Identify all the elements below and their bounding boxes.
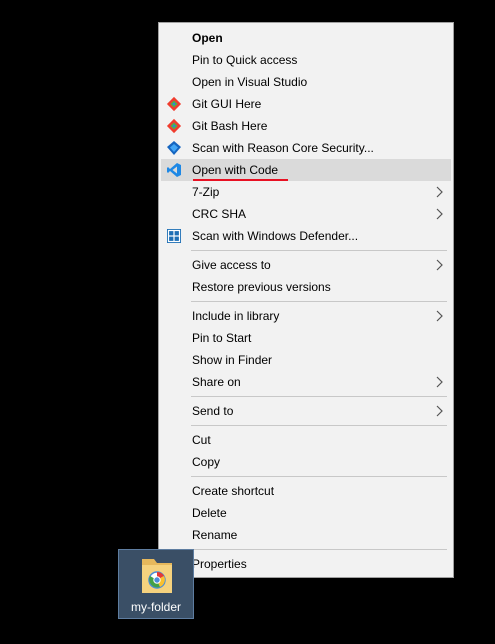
menu-item-label: 7-Zip bbox=[192, 185, 220, 199]
menu-item-properties[interactable]: Properties bbox=[159, 553, 453, 575]
menu-item-crc-sha[interactable]: CRC SHA bbox=[159, 203, 453, 225]
chevron-right-icon bbox=[436, 208, 443, 220]
menu-item-scan-with-windows-defender[interactable]: Scan with Windows Defender... bbox=[159, 225, 453, 247]
menu-item-give-access-to[interactable]: Give access to bbox=[159, 254, 453, 276]
menu-item-label: Open in Visual Studio bbox=[192, 75, 308, 89]
chevron-right-icon bbox=[436, 259, 443, 271]
menu-item-pin-to-start[interactable]: Pin to Start bbox=[159, 327, 453, 349]
menu-item-label: Delete bbox=[192, 506, 227, 520]
menu-item-label: Git Bash Here bbox=[192, 119, 268, 133]
reason-security-icon bbox=[167, 141, 181, 155]
windows-defender-icon bbox=[167, 229, 181, 243]
menu-separator bbox=[191, 549, 447, 550]
menu-item-pin-to-quick-access[interactable]: Pin to Quick access bbox=[159, 49, 453, 71]
menu-item-label: Create shortcut bbox=[192, 484, 275, 498]
menu-item-label: Give access to bbox=[192, 258, 271, 272]
menu-item-git-gui-here[interactable]: Git GUI Here bbox=[159, 93, 453, 115]
menu-item-send-to[interactable]: Send to bbox=[159, 400, 453, 422]
desktop-folder[interactable]: my-folder bbox=[118, 549, 194, 619]
menu-separator bbox=[191, 396, 447, 397]
menu-item-label: Pin to Start bbox=[192, 331, 252, 345]
menu-item-scan-with-reason-core-security[interactable]: Scan with Reason Core Security... bbox=[159, 137, 453, 159]
menu-item-cut[interactable]: Cut bbox=[159, 429, 453, 451]
git-icon bbox=[166, 118, 182, 134]
menu-separator bbox=[191, 250, 447, 251]
menu-item-rename[interactable]: Rename bbox=[159, 524, 453, 546]
menu-item-git-bash-here[interactable]: Git Bash Here bbox=[159, 115, 453, 137]
menu-item-label: Show in Finder bbox=[192, 353, 273, 367]
menu-item-label: Open with Code bbox=[192, 163, 279, 177]
menu-separator bbox=[191, 476, 447, 477]
menu-item-label: Cut bbox=[192, 433, 211, 447]
menu-item-label: Restore previous versions bbox=[192, 280, 331, 294]
menu-item-open-in-visual-studio[interactable]: Open in Visual Studio bbox=[159, 71, 453, 93]
menu-item-open[interactable]: Open bbox=[159, 27, 453, 49]
chevron-right-icon bbox=[436, 310, 443, 322]
context-menu: Open Pin to Quick access Open in Visual … bbox=[158, 22, 454, 578]
menu-item-label: Include in library bbox=[192, 309, 280, 323]
menu-item-label: Scan with Reason Core Security... bbox=[192, 141, 374, 155]
menu-item-share-on[interactable]: Share on bbox=[159, 371, 453, 393]
desktop: Open Pin to Quick access Open in Visual … bbox=[0, 0, 495, 644]
folder-icon bbox=[142, 559, 172, 593]
menu-item-delete[interactable]: Delete bbox=[159, 502, 453, 524]
menu-item-label: Copy bbox=[192, 455, 221, 469]
menu-item-label: Pin to Quick access bbox=[192, 53, 298, 67]
chevron-right-icon bbox=[436, 186, 443, 198]
menu-item-label: Scan with Windows Defender... bbox=[192, 229, 359, 243]
menu-item-label: Rename bbox=[192, 528, 238, 542]
folder-label: my-folder bbox=[130, 600, 181, 614]
menu-item-create-shortcut[interactable]: Create shortcut bbox=[159, 480, 453, 502]
menu-separator bbox=[191, 425, 447, 426]
menu-item-include-in-library[interactable]: Include in library bbox=[159, 305, 453, 327]
menu-item-copy[interactable]: Copy bbox=[159, 451, 453, 473]
menu-item-restore-previous-versions[interactable]: Restore previous versions bbox=[159, 276, 453, 298]
menu-item-label: Send to bbox=[192, 404, 234, 418]
menu-item-label: CRC SHA bbox=[192, 207, 247, 221]
menu-item-label: Open bbox=[192, 31, 223, 45]
menu-item-7-zip[interactable]: 7-Zip bbox=[159, 181, 453, 203]
menu-item-label: Share on bbox=[192, 375, 241, 389]
git-icon bbox=[166, 96, 182, 112]
menu-item-open-with-code[interactable]: Open with Code bbox=[161, 159, 451, 181]
menu-item-label: Git GUI Here bbox=[192, 97, 262, 111]
vscode-icon bbox=[167, 163, 181, 177]
menu-item-show-in-finder[interactable]: Show in Finder bbox=[159, 349, 453, 371]
menu-separator bbox=[191, 301, 447, 302]
chevron-right-icon bbox=[436, 376, 443, 388]
chevron-right-icon bbox=[436, 405, 443, 417]
menu-item-label: Properties bbox=[192, 557, 247, 571]
